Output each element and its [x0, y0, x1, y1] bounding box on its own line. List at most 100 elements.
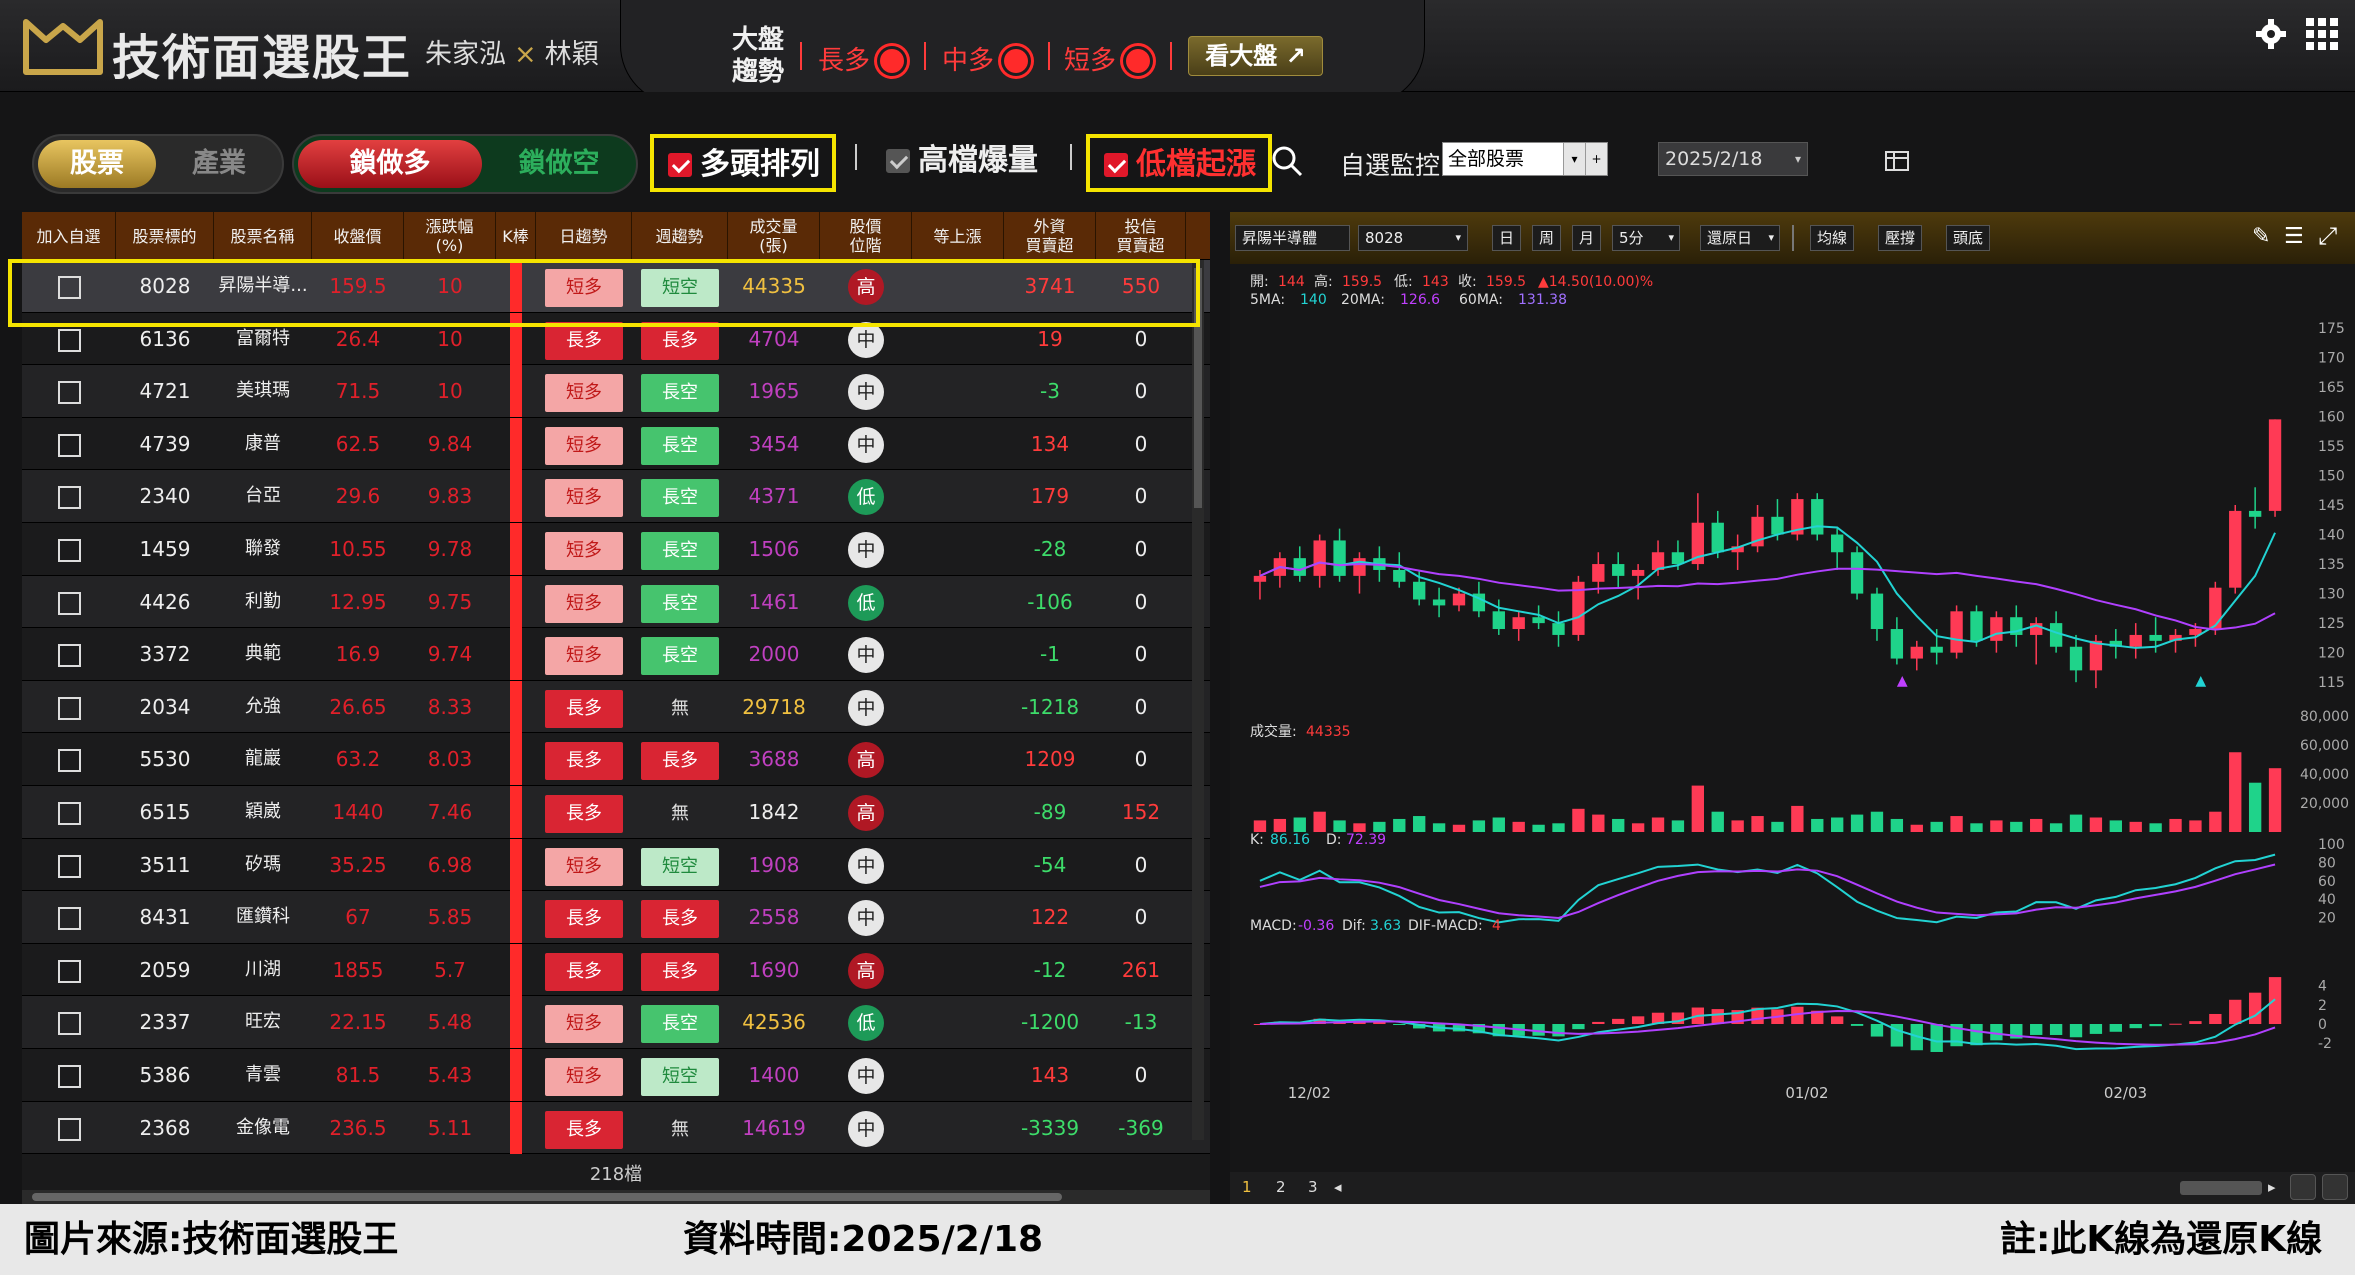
column-header[interactable]: 日趨勢: [536, 212, 632, 260]
pencil-icon[interactable]: ✎: [2252, 224, 2270, 249]
table-row[interactable]: 2340 台亞 29.6 9.83 短多 長空 4371 低 179 0: [22, 470, 1210, 523]
kd-tick-label: 20: [2318, 911, 2336, 927]
column-header[interactable]: 投信 買賣超: [1096, 212, 1186, 260]
chevron-left-icon[interactable]: ◂: [1334, 1178, 1342, 1196]
lock-short-button[interactable]: 鎖做空: [486, 140, 632, 188]
period-month-button[interactable]: 月: [1572, 225, 1602, 251]
tab-stock[interactable]: 股票: [38, 140, 156, 188]
table-row[interactable]: 1459 聯發 10.55 9.78 短多 長空 1506 中 -28 0: [22, 523, 1210, 576]
gear-icon[interactable]: [2255, 18, 2287, 50]
apps-grid-icon[interactable]: [2306, 18, 2338, 50]
add-watchlist-checkbox[interactable]: [57, 328, 81, 352]
table-row[interactable]: 4426 利勤 12.95 9.75 短多 長空 1461 低 -106 0: [22, 575, 1210, 629]
divider: [1048, 42, 1050, 70]
chart-area[interactable]: 175 170 165 160 155 150 145 140 135 130 125 120 115 開…: [1230, 264, 2355, 1170]
table-row[interactable]: 6515 穎崴 1440 7.46 長多 無 1842 高 -89 152: [22, 786, 1210, 839]
page-1[interactable]: 1: [1242, 1178, 1252, 1196]
search-icon[interactable]: [1270, 144, 1304, 178]
table-row[interactable]: 6136 富爾特 26.4 10 長多 長多 4704 中 19 0: [22, 312, 1210, 366]
table-settings-icon[interactable]: [1885, 150, 1913, 174]
date-select[interactable]: 2025/2/18 ▾: [1658, 142, 1808, 176]
add-watchlist-checkbox[interactable]: [57, 696, 81, 720]
table-row[interactable]: 4739 康普 62.5 9.84 短多 長空 3454 中 134 0: [22, 417, 1210, 471]
sliders-icon[interactable]: ☰: [2284, 224, 2304, 249]
table-row[interactable]: 2337 旺宏 22.15 5.48 短多 長空 42536 低 -1200 -13: [22, 996, 1210, 1049]
add-watchlist-checkbox[interactable]: [57, 381, 81, 405]
add-watchlist-checkbox[interactable]: [57, 959, 81, 983]
low-rise-filter[interactable]: 低檔起漲: [1086, 134, 1272, 192]
table-row[interactable]: 2368 金像電 236.5 5.11 長多 無 14619 中 -3339 -369: [22, 1101, 1210, 1155]
period-day-button[interactable]: 日: [1492, 225, 1522, 251]
bull-arrangement-filter[interactable]: 多頭排列: [650, 134, 836, 192]
add-watchlist-checkbox[interactable]: [57, 276, 81, 299]
chart-scroll-thumb[interactable]: [2180, 1181, 2262, 1195]
column-header[interactable]: K棒: [496, 212, 536, 260]
plus-icon[interactable]: +: [1585, 143, 1607, 175]
volume-bar: [1612, 818, 1625, 832]
zoom-out-icon[interactable]: [2322, 1174, 2348, 1200]
column-header[interactable]: 外資 買賣超: [1004, 212, 1096, 260]
column-header[interactable]: 成交量 (張): [728, 212, 820, 260]
candle-body: [1512, 617, 1525, 630]
price-tick-label: 120: [2318, 646, 2345, 662]
add-watchlist-checkbox[interactable]: [57, 802, 81, 825]
restore-select[interactable]: 還原日 ▾: [1700, 225, 1780, 251]
table-row[interactable]: 2034 允強 26.65 8.33 長多 無 29718 中 -1218 0: [22, 680, 1210, 734]
table-row[interactable]: 5530 龍巖 63.2 8.03 長多 長多 3688 高 1209 0: [22, 733, 1210, 786]
candle-body: [1631, 569, 1645, 576]
stock-code-field[interactable]: 8028 ▾: [1358, 225, 1468, 251]
trend-mid[interactable]: 中多: [942, 40, 1029, 77]
period-week-button[interactable]: 周: [1532, 225, 1562, 251]
column-header[interactable]: 股價 位階: [820, 212, 912, 260]
table-row[interactable]: 2059 川湖 1855 5.7 長多 長多 1690 高 -12 261: [22, 943, 1210, 997]
trend-short[interactable]: 短多: [1064, 40, 1151, 77]
table-row[interactable]: 3372 典範 16.9 9.74 短多 長空 2000 中 -1 0: [22, 628, 1210, 681]
interval-select[interactable]: 5分 ▾: [1612, 225, 1680, 251]
stock-name-field[interactable]: 昇陽半導體: [1235, 225, 1350, 251]
watch-select[interactable]: 全部股票 ▾ +: [1442, 142, 1608, 176]
column-header[interactable]: 漲跌幅 (%): [404, 212, 496, 260]
top-bottom-button[interactable]: 頭底: [1946, 225, 1991, 251]
add-watchlist-checkbox[interactable]: [57, 1012, 81, 1036]
add-watchlist-checkbox[interactable]: [57, 539, 81, 562]
add-watchlist-checkbox[interactable]: [57, 854, 81, 878]
ma-line-button[interactable]: 均線: [1810, 225, 1855, 251]
column-header[interactable]: 加入自選: [22, 212, 116, 260]
lock-long-button[interactable]: 鎖做多: [298, 140, 482, 188]
zoom-in-icon[interactable]: [2290, 1174, 2316, 1200]
table-row[interactable]: 3511 矽瑪 35.25 6.98 短多 短空 1908 中 -54 0: [22, 838, 1210, 892]
add-watchlist-checkbox[interactable]: [57, 433, 81, 457]
add-watchlist-checkbox[interactable]: [57, 591, 81, 615]
add-watchlist-checkbox[interactable]: [57, 644, 81, 668]
chevron-right-icon[interactable]: ▸: [2268, 1178, 2276, 1196]
column-header[interactable]: 股票標的: [116, 212, 214, 260]
page-3[interactable]: 3: [1308, 1178, 1318, 1196]
add-watchlist-checkbox[interactable]: [57, 1065, 81, 1088]
column-header[interactable]: 等上漲: [912, 212, 1004, 260]
column-header[interactable]: 週趨勢: [632, 212, 728, 260]
tab-industry[interactable]: 產業: [160, 140, 278, 188]
macd-value: -0.36: [1298, 918, 1334, 934]
stock-chart[interactable]: 175 170 165 160 155 150 145 140 135 130 125 120 115 開…: [1230, 264, 2355, 1170]
add-watchlist-checkbox[interactable]: [57, 1117, 81, 1141]
table-row[interactable]: 8028 昇陽半導... 159.5 10 短多 短空 44335 高 3741 550: [22, 260, 1210, 313]
pressure-support-button[interactable]: 壓撐: [1878, 225, 1923, 251]
add-watchlist-checkbox[interactable]: [57, 486, 81, 510]
expand-icon[interactable]: ⤢: [2318, 222, 2337, 250]
d-line: [1259, 863, 2276, 919]
add-watchlist-checkbox[interactable]: [57, 907, 81, 931]
vertical-scrollbar[interactable]: [1192, 260, 1204, 1140]
view-market-button[interactable]: 看大盤 ↗: [1188, 36, 1323, 76]
table-row[interactable]: 4721 美琪瑪 71.5 10 短多 長空 1965 中 -3 0: [22, 365, 1210, 418]
trend-long[interactable]: 長多: [818, 40, 905, 77]
add-watchlist-checkbox[interactable]: [57, 749, 81, 773]
table-row[interactable]: 8431 匯鑽科 67 5.85 長多 長多 2558 中 122 0: [22, 891, 1210, 944]
volume-bar: [1512, 821, 1525, 832]
horizontal-scrollbar[interactable]: [22, 1190, 1210, 1204]
column-header[interactable]: 股票名稱: [214, 212, 312, 260]
table-row[interactable]: 5386 青雲 81.5 5.43 短多 短空 1400 中 143 0: [22, 1049, 1210, 1102]
candle-body: [1393, 569, 1406, 582]
page-2[interactable]: 2: [1276, 1178, 1286, 1196]
column-header[interactable]: 收盤價: [312, 212, 404, 260]
high-volume-filter[interactable]: 高檔爆量: [872, 134, 1052, 192]
